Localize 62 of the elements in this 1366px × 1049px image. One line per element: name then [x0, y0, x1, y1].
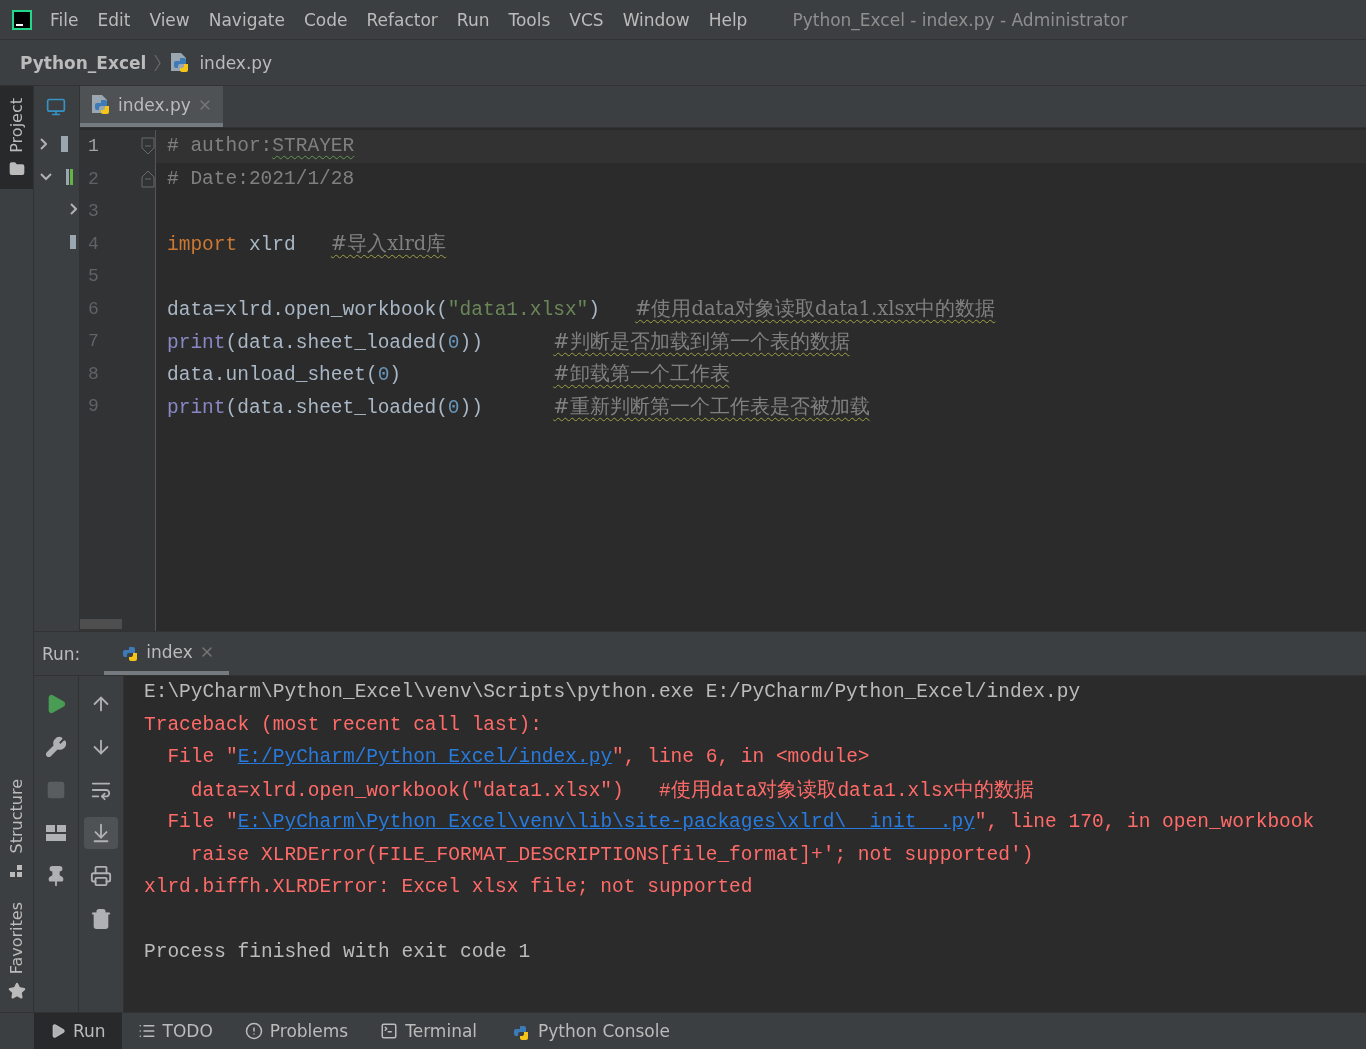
play-icon [50, 1023, 66, 1039]
stop-icon [46, 780, 66, 800]
tool-window-tab[interactable]: TODO [121, 1013, 229, 1049]
console-text: Process finished with exit code 1 [144, 941, 531, 964]
python-file-icon [90, 93, 112, 116]
console-text: data=xlrd.open_workbook("data1.xlsx") #使用data对象读取data1.xlsx中的数据 [189, 778, 1035, 804]
list-icon [137, 1022, 156, 1040]
breadcrumb-item[interactable]: Python_Excel [20, 52, 147, 73]
fold-start-icon[interactable] [141, 137, 155, 156]
line-number: 1 [87, 136, 100, 157]
code-line: # Date:2021/1/28 [166, 167, 355, 190]
code-line: # author:STRAYER [166, 135, 355, 158]
menu-item[interactable]: Navigate [208, 9, 285, 30]
menu-item[interactable]: Help [708, 9, 748, 30]
console-text: xlrd.biffh.XLRDError: Excel xlsx file; not supported [144, 876, 753, 899]
code-line: data.unload_sheet(0) #卸载第一个工作表 [166, 361, 730, 388]
console-text: ", line 6, in <module> [612, 746, 870, 769]
tool-window-tab[interactable]: Run [34, 1013, 122, 1049]
side-tab[interactable]: Structure [0, 767, 33, 890]
terminal-icon [380, 1022, 399, 1040]
file-link[interactable]: E:/PyCharm/Python_Excel/index.py [237, 746, 613, 769]
tool-window-tab[interactable]: Terminal [364, 1013, 494, 1049]
tool-button[interactable] [84, 817, 118, 849]
alert-icon [244, 1022, 263, 1040]
console-text: ", line 170, in open_workbook [974, 811, 1315, 834]
menu-item[interactable]: Edit [97, 9, 131, 30]
side-tab[interactable]: Favorites [0, 889, 33, 1012]
tool-window-tab[interactable]: Python Console [493, 1013, 686, 1049]
menu-item[interactable]: File [50, 9, 79, 30]
chevron-right-icon [154, 53, 162, 72]
console-text: Traceback (most recent call last): [144, 713, 542, 736]
console-text: File " [166, 746, 238, 769]
layout-icon [45, 824, 67, 842]
menu-item[interactable]: Tools [508, 9, 551, 30]
editor-tab[interactable]: index.py [80, 86, 223, 127]
star-icon [7, 982, 26, 1000]
console-text: raise XLRDError(FILE_FORMAT_DESCRIPTIONS[file_format]+'; not supported') [189, 843, 1034, 866]
monitor-icon [46, 97, 66, 117]
console-text: File " [166, 811, 238, 834]
window-title: Python_Excel - index.py - Administrator [792, 9, 1128, 30]
app-logo-icon [12, 9, 32, 30]
print-icon [90, 865, 112, 887]
scrollbar-thumb[interactable] [80, 619, 122, 629]
fold-end-icon[interactable] [141, 169, 155, 188]
menu-item[interactable]: Run [456, 9, 490, 30]
run-label: Run: [42, 643, 81, 664]
code-line: data=xlrd.open_workbook("data1.xlsx") #使用data对象读取data1.xlsx中的数据 [166, 296, 996, 323]
code-line: print(data.sheet_loaded(0)) #判断是否加载到第一个表的数据 [166, 328, 850, 355]
menu-item[interactable]: View [149, 9, 190, 30]
code-line: import xlrd #导入xlrd库 [166, 231, 447, 258]
console-text: E:\PyCharm\Python_Excel\venv\Scripts\python.exe E:/PyCharm/Python_Excel/index.py [144, 681, 1081, 704]
file-link[interactable]: E:\PyCharm\Python_Excel\venv\lib\site-packages\xlrd\__init__.py [237, 811, 975, 834]
menu-item[interactable]: VCS [569, 9, 604, 30]
trash-icon [90, 908, 112, 930]
side-tab[interactable]: Project [0, 86, 33, 189]
code-line: print(data.sheet_loaded(0)) #重新判断第一个工作表是否被加载 [166, 393, 870, 420]
menu-item[interactable]: Window [622, 9, 690, 30]
breadcrumb-item[interactable]: index.py [199, 52, 273, 73]
menu-item[interactable]: Code [304, 9, 348, 30]
wrench-icon [45, 736, 67, 758]
menu-item[interactable]: Refactor [366, 9, 438, 30]
tool-window-tab[interactable]: Problems [228, 1013, 365, 1049]
